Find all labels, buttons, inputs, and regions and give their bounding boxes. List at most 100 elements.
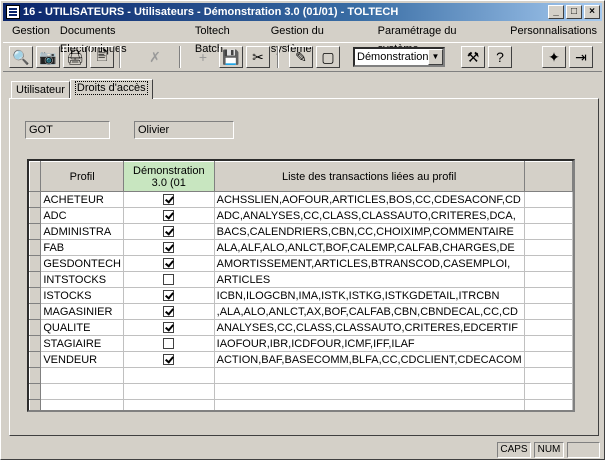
profil-cell[interactable]: INTSTOCKS bbox=[40, 271, 124, 288]
toolbar: 🔍 📷 🖨 🖹 ✗ + 💾 ✂ ✎ ▢ Démonstration 3. ▼ ⚒… bbox=[3, 42, 602, 72]
table-row[interactable]: ACHETEUR ACHSSLIEN,AOFOUR,ARTICLES,BOS,CC… bbox=[29, 191, 573, 208]
checkbox-cell[interactable] bbox=[122, 287, 215, 304]
checkbox-cell[interactable] bbox=[122, 351, 215, 368]
access-checkbox[interactable] bbox=[163, 210, 175, 222]
profil-cell[interactable]: ISTOCKS bbox=[40, 287, 124, 304]
row-header[interactable] bbox=[29, 335, 42, 352]
cancel-icon[interactable]: ✗ bbox=[143, 46, 167, 68]
table-row[interactable]: INTSTOCKS ARTICLES bbox=[29, 271, 573, 288]
checkbox-cell[interactable] bbox=[122, 335, 215, 352]
app-icon[interactable] bbox=[6, 5, 20, 19]
checkbox-cell[interactable] bbox=[122, 319, 215, 336]
access-checkbox[interactable] bbox=[163, 258, 175, 270]
row-header[interactable] bbox=[29, 367, 42, 384]
checkbox-cell[interactable] bbox=[122, 239, 215, 256]
access-checkbox[interactable] bbox=[163, 290, 175, 302]
row-header[interactable] bbox=[29, 239, 42, 256]
profil-cell[interactable]: QUALITE bbox=[40, 319, 124, 336]
table-row-empty[interactable] bbox=[29, 399, 573, 410]
access-checkbox[interactable] bbox=[163, 274, 175, 286]
table-row-empty[interactable] bbox=[29, 367, 573, 384]
table-row[interactable]: ADC ADC,ANALYSES,CC,CLASS,CLASSAUTO,CRITE… bbox=[29, 207, 573, 224]
header-profil[interactable]: Profil bbox=[40, 161, 124, 192]
close-button[interactable]: × bbox=[584, 5, 600, 19]
row-header[interactable] bbox=[29, 351, 42, 368]
exit-icon[interactable]: ⇥ bbox=[569, 46, 593, 68]
table-row[interactable]: FAB ALA,ALF,ALO,ANLCT,BOF,CALEMP,CALFAB,C… bbox=[29, 239, 573, 256]
checkbox-cell[interactable] bbox=[122, 255, 215, 272]
print-icon[interactable]: 🖨 bbox=[63, 46, 87, 68]
row-header[interactable] bbox=[29, 191, 42, 208]
new-page-icon[interactable]: ▢ bbox=[316, 46, 340, 68]
tab-droits-acces[interactable]: Droits d'accès bbox=[69, 79, 153, 99]
row-header[interactable] bbox=[29, 399, 42, 410]
row-header[interactable] bbox=[29, 287, 42, 304]
empty-cell bbox=[523, 383, 573, 400]
row-header[interactable] bbox=[29, 255, 42, 272]
checkbox-cell[interactable] bbox=[122, 271, 215, 288]
table-row[interactable]: VENDEUR ACTION,BAF,BASECOMM,BLFA,CC,CDCLI… bbox=[29, 351, 573, 368]
user-name-field[interactable]: Olivier bbox=[134, 121, 234, 139]
access-checkbox[interactable] bbox=[163, 354, 175, 366]
profil-cell[interactable]: FAB bbox=[40, 239, 124, 256]
access-checkbox[interactable] bbox=[163, 322, 175, 334]
table-row-empty[interactable] bbox=[29, 383, 573, 400]
profil-cell[interactable]: ACHETEUR bbox=[40, 191, 124, 208]
checkbox-cell[interactable] bbox=[122, 303, 215, 320]
title-bar[interactable]: 16 - UTILISATEURS - Utilisateurs - Démon… bbox=[3, 3, 602, 21]
empty-cell bbox=[40, 383, 124, 400]
menu-gestion-systeme[interactable]: Gestion du système bbox=[266, 22, 373, 55]
row-header[interactable] bbox=[29, 207, 42, 224]
profil-cell[interactable]: GESDONTECH bbox=[40, 255, 124, 272]
magic-wand-icon[interactable]: ✦ bbox=[542, 46, 566, 68]
profiles-grid[interactable]: Profil Démonstration 3.0 (01 Liste des t… bbox=[27, 159, 575, 412]
row-header[interactable] bbox=[29, 223, 42, 240]
tools-icon[interactable]: ⚒ bbox=[461, 46, 485, 68]
profil-cell[interactable]: STAGIAIRE bbox=[40, 335, 124, 352]
camera-icon[interactable]: 📷 bbox=[36, 46, 60, 68]
table-row[interactable]: STAGIAIRE IAOFOUR,IBR,ICDFOUR,ICMF,IFF,IL… bbox=[29, 335, 573, 352]
table-row[interactable]: GESDONTECH AMORTISSEMENT,ARTICLES,BTRANSC… bbox=[29, 255, 573, 272]
window-title: 16 - UTILISATEURS - Utilisateurs - Démon… bbox=[23, 6, 399, 18]
table-row[interactable]: QUALITE ANALYSES,CC,CLASS,CLASSAUTO,CRITE… bbox=[29, 319, 573, 336]
profil-cell[interactable]: MAGASINIER bbox=[40, 303, 124, 320]
tab-utilisateur[interactable]: Utilisateur bbox=[11, 81, 70, 99]
menu-toltech-batch[interactable]: Toltech Batch bbox=[190, 22, 266, 55]
access-checkbox[interactable] bbox=[163, 306, 175, 318]
checkbox-cell[interactable] bbox=[122, 207, 215, 224]
row-header[interactable] bbox=[29, 319, 42, 336]
minimize-button[interactable]: _ bbox=[548, 5, 564, 19]
access-checkbox[interactable] bbox=[163, 338, 175, 350]
maximize-button[interactable]: □ bbox=[566, 5, 582, 19]
profil-cell[interactable]: ADMINISTRA bbox=[40, 223, 124, 240]
row-header[interactable] bbox=[29, 303, 42, 320]
menu-parametrage-systeme[interactable]: Paramétrage du système bbox=[373, 22, 506, 55]
cut-icon[interactable]: ✂ bbox=[246, 46, 270, 68]
table-row[interactable]: ADMINISTRA BACS,CALENDRIERS,CBN,CC,CHOIXI… bbox=[29, 223, 573, 240]
access-checkbox[interactable] bbox=[163, 242, 175, 254]
row-header[interactable] bbox=[29, 383, 42, 400]
table-row[interactable]: MAGASINIER ,ALA,ALO,ANLCT,AX,BOF,CALFAB,C… bbox=[29, 303, 573, 320]
user-code-field[interactable]: GOT bbox=[25, 121, 110, 139]
chevron-down-icon[interactable]: ▼ bbox=[428, 49, 443, 65]
checkbox-cell[interactable] bbox=[122, 191, 215, 208]
header-transactions[interactable]: Liste des transactions liées au profil bbox=[213, 161, 525, 192]
checkbox-cell[interactable] bbox=[122, 223, 215, 240]
company-select[interactable]: Démonstration 3. ▼ bbox=[353, 47, 445, 67]
table-row[interactable]: ISTOCKS ICBN,ILOGCBN,IMA,ISTK,ISTKG,ISTKG… bbox=[29, 287, 573, 304]
menu-gestion[interactable]: Gestion bbox=[7, 22, 55, 40]
eraser-icon[interactable]: ✎ bbox=[289, 46, 313, 68]
profil-cell[interactable]: VENDEUR bbox=[40, 351, 124, 368]
add-icon[interactable]: + bbox=[191, 46, 215, 68]
zoom-icon[interactable]: 🔍 bbox=[9, 46, 33, 68]
save-icon[interactable]: 💾 bbox=[219, 46, 243, 68]
row-header[interactable] bbox=[29, 271, 42, 288]
print-preview-icon[interactable]: 🖹 bbox=[90, 46, 114, 68]
menu-personnalisations[interactable]: Personnalisations bbox=[505, 22, 602, 40]
access-checkbox[interactable] bbox=[163, 226, 175, 238]
access-checkbox[interactable] bbox=[163, 194, 175, 206]
help-icon[interactable]: ? bbox=[488, 46, 512, 68]
menu-documents-electroniques[interactable]: Documents Electroniques bbox=[55, 22, 190, 55]
profil-cell[interactable]: ADC bbox=[40, 207, 124, 224]
header-company[interactable]: Démonstration 3.0 (01 bbox=[122, 161, 215, 192]
